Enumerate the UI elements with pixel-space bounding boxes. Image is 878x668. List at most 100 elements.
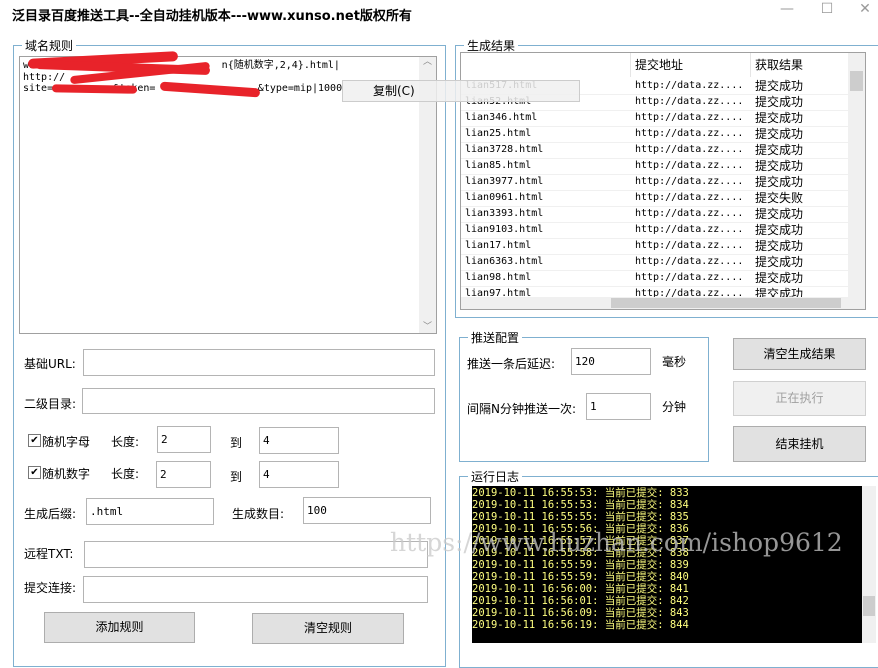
cell-result: 提交成功 [755, 175, 804, 189]
cell-result: 提交失败 [755, 191, 804, 205]
sub-dir-label: 二级目录: [24, 397, 77, 411]
table-row[interactable]: lian0961.html http://data.zz.... 提交失败 [461, 190, 849, 207]
cell-name: lian85.html [465, 160, 532, 171]
column-header-name[interactable] [461, 53, 631, 77]
menu-item-copy[interactable]: 复制(C) [373, 84, 415, 98]
interval-label: 间隔N分钟推送一次: [467, 402, 577, 416]
cell-result: 提交成功 [755, 127, 804, 141]
cell-url: http://data.zz.... [635, 240, 744, 251]
sub-dir-input[interactable] [82, 388, 435, 414]
cell-result: 提交成功 [755, 207, 804, 221]
group-label: 运行日志 [468, 468, 523, 485]
remote-txt-input[interactable] [84, 541, 428, 568]
to-label: 到 [230, 470, 243, 484]
base-url-label: 基础URL: [24, 357, 76, 371]
log-line: 2019-10-11 16:55:55: 当前已提交: 835 [472, 511, 689, 523]
cell-result: 提交成功 [755, 239, 804, 253]
table-row[interactable]: lian3977.html http://data.zz.... 提交成功 [461, 174, 849, 191]
table-row[interactable]: lian98.html http://data.zz.... 提交成功 [461, 270, 849, 287]
column-header-result[interactable]: 获取结果 [751, 53, 849, 77]
delay-unit: 毫秒 [662, 355, 687, 369]
suffix-input[interactable] [86, 498, 214, 525]
column-header-url[interactable]: 提交地址 [631, 53, 751, 77]
cell-name: lian6363.html [465, 256, 544, 267]
delay-input[interactable] [571, 348, 651, 375]
cell-result: 提交成功 [755, 255, 804, 269]
table-row[interactable]: lian3393.html http://data.zz.... 提交成功 [461, 206, 849, 223]
add-rule-button[interactable]: 添加规则 [44, 612, 195, 643]
suffix-label: 生成后缀: [24, 507, 77, 521]
results-hscrollbar[interactable] [461, 297, 865, 309]
count-input[interactable] [303, 497, 431, 524]
cell-url: http://data.zz.... [635, 128, 744, 139]
cell-url: http://data.zz.... [635, 224, 744, 235]
random-digits-checkbox[interactable]: ✔ [28, 466, 41, 479]
cell-result: 提交成功 [755, 111, 804, 125]
group-label: 域名规则 [22, 37, 77, 54]
cell-url: http://data.zz.... [635, 208, 744, 219]
log-line: 2019-10-11 16:56:19: 当前已提交: 844 [472, 619, 689, 631]
table-row[interactable]: lian25.html http://data.zz.... 提交成功 [461, 126, 849, 143]
log-line: 2019-10-11 16:56:01: 当前已提交: 842 [472, 595, 689, 607]
log-line: 2019-10-11 16:56:00: 当前已提交: 841 [472, 583, 689, 595]
cell-name: lian9103.html [465, 224, 544, 235]
interval-input[interactable] [586, 393, 651, 420]
cell-result: 提交成功 [755, 95, 804, 109]
count-label: 生成数目: [232, 507, 285, 521]
digits-min-input[interactable] [156, 461, 211, 488]
cell-name: lian0961.html [465, 192, 544, 203]
watermark: https://www.huzhan.com/ishop9612 [390, 528, 843, 557]
table-row[interactable]: lian6363.html http://data.zz.... 提交成功 [461, 254, 849, 271]
table-row[interactable]: lian17.html http://data.zz.... 提交成功 [461, 238, 849, 255]
cell-url: http://data.zz.... [635, 272, 744, 283]
table-row[interactable]: lian346.html http://data.zz.... 提交成功 [461, 110, 849, 127]
clear-results-button[interactable]: 清空生成结果 [733, 338, 866, 370]
digits-max-input[interactable] [259, 461, 339, 488]
remote-txt-label: 远程TXT: [24, 547, 74, 561]
cell-name: lian3728.html [465, 144, 544, 155]
length-label: 长度: [111, 435, 140, 449]
delay-label: 推送一条后延迟: [467, 357, 556, 371]
random-letters-checkbox[interactable]: ✔ [28, 434, 41, 447]
submit-link-input[interactable] [83, 576, 428, 603]
minimize-button[interactable]: — [772, 0, 802, 22]
close-button[interactable]: ✕ [850, 0, 878, 22]
clear-rules-button[interactable]: 清空规则 [252, 613, 404, 644]
cell-url: http://data.zz.... [635, 176, 744, 187]
log-line: 2019-10-11 16:56:09: 当前已提交: 843 [472, 607, 689, 619]
table-row[interactable]: lian85.html http://data.zz.... 提交成功 [461, 158, 849, 175]
cell-url: http://data.zz.... [635, 256, 744, 267]
log-line: 2019-10-11 16:55:53: 当前已提交: 834 [472, 499, 689, 511]
log-line: 2019-10-11 16:55:59: 当前已提交: 840 [472, 571, 689, 583]
submit-link-label: 提交连接: [24, 581, 77, 595]
context-menu: 复制(C) [342, 80, 580, 102]
log-scrollbar[interactable] [862, 486, 876, 643]
cell-url: http://data.zz.... [635, 144, 744, 155]
cell-name: lian98.html [465, 272, 532, 283]
cell-url: http://data.zz.... [635, 96, 744, 107]
results-vscrollbar[interactable] [848, 53, 865, 297]
length-label: 长度: [111, 467, 140, 481]
cell-result: 提交成功 [755, 143, 804, 157]
letters-min-input[interactable] [157, 426, 211, 453]
stop-button[interactable]: 结束挂机 [733, 426, 866, 462]
to-label: 到 [230, 436, 243, 450]
cell-url: http://data.zz.... [635, 192, 744, 203]
cell-result: 提交成功 [755, 223, 804, 237]
group-label: 推送配置 [468, 329, 523, 346]
cell-url: http://data.zz.... [635, 112, 744, 123]
cell-name: lian17.html [465, 240, 532, 251]
cell-name: lian3393.html [465, 208, 544, 219]
base-url-input[interactable] [83, 349, 435, 376]
log-line: 2019-10-11 16:55:53: 当前已提交: 833 [472, 487, 689, 499]
log-line: 2019-10-11 16:55:59: 当前已提交: 839 [472, 559, 689, 571]
table-row[interactable]: lian9103.html http://data.zz.... 提交成功 [461, 222, 849, 239]
letters-max-input[interactable] [259, 427, 339, 454]
table-row[interactable]: lian3728.html http://data.zz.... 提交成功 [461, 142, 849, 159]
cell-name: lian3977.html [465, 176, 544, 187]
redaction-scribble [51, 84, 138, 94]
maximize-button[interactable]: ☐ [812, 0, 842, 22]
running-button[interactable]: 正在执行 [733, 381, 866, 416]
cell-url: http://data.zz.... [635, 80, 744, 91]
window-title: 泛目录百度推送工具--全自动挂机版本---www.xunso.net版权所有 [12, 9, 412, 24]
